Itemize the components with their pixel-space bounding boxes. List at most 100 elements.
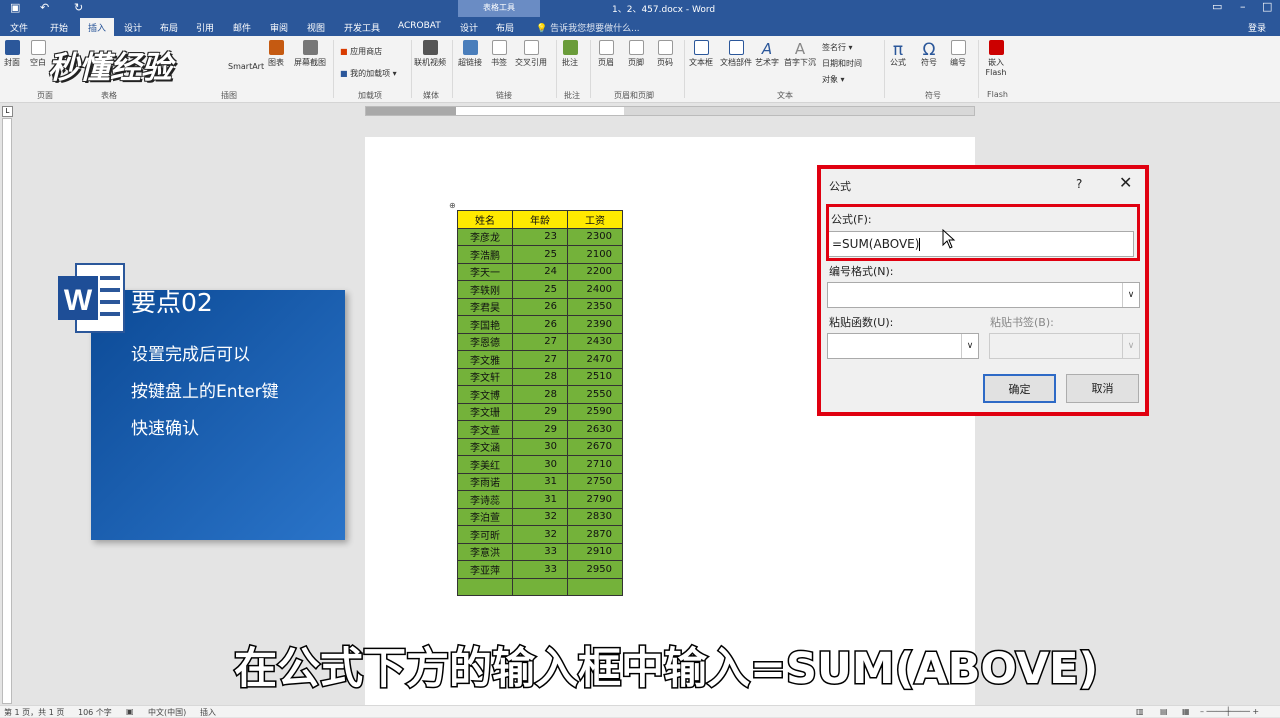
table-row[interactable]: 李诗蕊 31 2790 xyxy=(457,490,623,509)
number-format-select[interactable]: ∨ xyxy=(827,282,1140,308)
table-cell[interactable]: 李恩德 xyxy=(457,332,513,351)
table-cell[interactable]: 2300 xyxy=(567,227,623,246)
table-cell[interactable]: 李彦龙 xyxy=(457,227,513,246)
screenshot-button[interactable]: 屏幕截图 xyxy=(294,40,326,68)
table-cell[interactable]: 李意洪 xyxy=(457,542,513,561)
quick-parts-button[interactable]: 文档部件 xyxy=(720,40,752,68)
vertical-ruler[interactable] xyxy=(2,118,12,704)
equation-button[interactable]: π 公式 xyxy=(890,40,906,68)
formula-dialog[interactable]: 公式 ? ✕ 公式(F): =SUM(ABOVE) 编号格式(N): ∨ 粘贴函… xyxy=(817,165,1149,416)
signature-line-button[interactable]: 签名行 ▾ xyxy=(822,42,853,53)
store-button[interactable]: ■ 应用商店 xyxy=(340,46,382,57)
table-row[interactable]: 李泊萱 32 2830 xyxy=(457,507,623,526)
table-cell[interactable]: 2510 xyxy=(567,367,623,386)
table-cell[interactable]: 28 xyxy=(512,385,568,404)
table-cell[interactable]: 2870 xyxy=(567,525,623,544)
table-row[interactable]: 李天一 24 2200 xyxy=(457,262,623,281)
maximize-icon[interactable]: □ xyxy=(1262,0,1272,13)
table-row[interactable]: 李彦龙 23 2300 xyxy=(457,227,623,246)
word-count[interactable]: 106 个字 xyxy=(78,707,112,718)
table-cell[interactable]: 李文珊 xyxy=(457,402,513,421)
table-cell[interactable]: 2790 xyxy=(567,490,623,509)
print-layout-icon[interactable]: ▤ xyxy=(1160,707,1168,716)
minimize-icon[interactable]: – xyxy=(1240,0,1246,13)
language[interactable]: 中文(中国) xyxy=(148,707,186,718)
tab-developer[interactable]: 开发工具 xyxy=(344,21,380,34)
table-cell[interactable]: 李君昊 xyxy=(457,297,513,316)
table-cell[interactable]: 32 xyxy=(512,525,568,544)
table-cell[interactable]: 30 xyxy=(512,455,568,474)
table-cell[interactable]: 24 xyxy=(512,262,568,281)
tab-selector[interactable]: L xyxy=(2,106,13,117)
table-cell[interactable]: 28 xyxy=(512,367,568,386)
table-cell[interactable]: 27 xyxy=(512,332,568,351)
table-row[interactable]: 李雨诺 31 2750 xyxy=(457,472,623,491)
table-header-cell[interactable]: 工资 xyxy=(567,210,623,229)
insert-mode[interactable]: 插入 xyxy=(200,707,216,718)
table-cell[interactable]: 2710 xyxy=(567,455,623,474)
web-layout-icon[interactable]: ▦ xyxy=(1182,707,1190,716)
chart-button[interactable]: 图表 xyxy=(268,40,284,68)
my-addins-button[interactable]: ■ 我的加载项 ▾ xyxy=(340,68,397,79)
table-cell[interactable]: 李文萱 xyxy=(457,420,513,439)
table-row[interactable]: 李文博 28 2550 xyxy=(457,385,623,404)
chevron-down-icon[interactable]: ∨ xyxy=(1122,283,1139,307)
tab-file[interactable]: 文件 xyxy=(10,21,28,34)
blank-page-button[interactable]: 空白 xyxy=(30,40,46,68)
tell-me-search[interactable]: 💡 告诉我您想要做什么... xyxy=(536,21,640,34)
cross-reference-button[interactable]: 交叉引用 xyxy=(515,40,547,68)
textbox-button[interactable]: 文本框 xyxy=(689,40,713,68)
table-cell[interactable]: 2830 xyxy=(567,507,623,526)
table-cell-empty[interactable] xyxy=(512,577,568,596)
redo-icon[interactable]: ↻ xyxy=(74,1,83,14)
salary-table[interactable]: 姓名 年龄 工资 李彦龙 23 2300 李浩鹏 25 2100 李天一 24 2200 李轶刚 25 24… xyxy=(457,210,623,596)
table-cell[interactable]: 李诗蕊 xyxy=(457,490,513,509)
cover-page-button[interactable]: 封面 xyxy=(4,40,20,68)
page-number-button[interactable]: 页码 xyxy=(657,40,673,68)
table-cell[interactable]: 2400 xyxy=(567,280,623,299)
horizontal-ruler[interactable] xyxy=(365,106,975,116)
tab-view[interactable]: 视图 xyxy=(307,21,325,34)
table-cell[interactable]: 2350 xyxy=(567,297,623,316)
table-cell[interactable]: 2630 xyxy=(567,420,623,439)
table-row[interactable]: 李轶刚 25 2400 xyxy=(457,280,623,299)
table-cell[interactable]: 李泊萱 xyxy=(457,507,513,526)
table-cell[interactable]: 32 xyxy=(512,507,568,526)
table-cell[interactable]: 29 xyxy=(512,402,568,421)
ribbon-options-icon[interactable]: ▭ xyxy=(1212,0,1222,13)
ok-button[interactable]: 确定 xyxy=(983,374,1056,403)
table-cell[interactable]: 2750 xyxy=(567,472,623,491)
smartart-button[interactable]: SmartArt xyxy=(228,62,264,71)
table-cell[interactable]: 25 xyxy=(512,280,568,299)
tab-design[interactable]: 设计 xyxy=(124,21,142,34)
drop-cap-button[interactable]: A 首字下沉 xyxy=(784,40,816,68)
table-cell[interactable]: 李国艳 xyxy=(457,315,513,334)
object-button[interactable]: 对象 ▾ xyxy=(822,74,845,85)
table-cell[interactable]: 31 xyxy=(512,490,568,509)
table-header-cell[interactable]: 姓名 xyxy=(457,210,513,229)
table-row[interactable]: 李国艳 26 2390 xyxy=(457,315,623,334)
save-icon[interactable]: ▣ xyxy=(10,1,20,14)
table-cell[interactable]: 2390 xyxy=(567,315,623,334)
table-row[interactable]: 李恩德 27 2430 xyxy=(457,332,623,351)
help-icon[interactable]: ? xyxy=(1076,177,1082,191)
table-row[interactable]: 李文雅 27 2470 xyxy=(457,350,623,369)
tab-insert[interactable]: 插入 xyxy=(80,18,115,36)
header-button[interactable]: 页眉 xyxy=(598,40,614,68)
zoom-slider[interactable]: – ────┼──── + xyxy=(1200,707,1259,716)
table-cell[interactable]: 2470 xyxy=(567,350,623,369)
table-row[interactable]: 李文轩 28 2510 xyxy=(457,367,623,386)
table-cell[interactable]: 李文雅 xyxy=(457,350,513,369)
table-cell[interactable]: 2100 xyxy=(567,245,623,264)
table-header-row[interactable]: 姓名 年龄 工资 xyxy=(457,210,623,229)
table-row[interactable]: 李可昕 32 2870 xyxy=(457,525,623,544)
table-row[interactable]: 李意洪 33 2910 xyxy=(457,542,623,561)
table-cell[interactable]: 29 xyxy=(512,420,568,439)
table-cell-empty[interactable] xyxy=(457,577,513,596)
table-cell[interactable]: 30 xyxy=(512,437,568,456)
table-cell[interactable]: 2430 xyxy=(567,332,623,351)
tab-review[interactable]: 审阅 xyxy=(270,21,288,34)
tab-table-design[interactable]: 设计 xyxy=(460,21,478,34)
tab-mailings[interactable]: 邮件 xyxy=(233,21,251,34)
table-cell[interactable]: 李轶刚 xyxy=(457,280,513,299)
